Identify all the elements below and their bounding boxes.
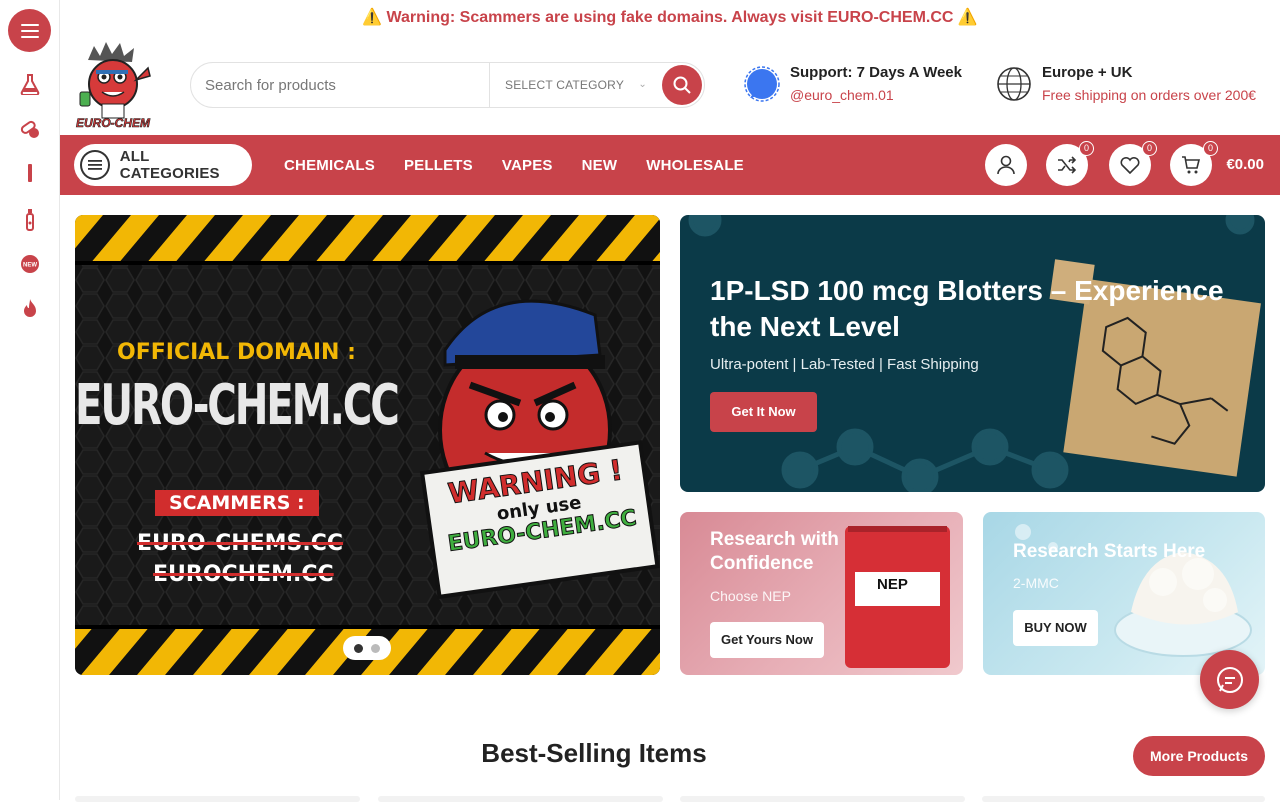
hero-domain: EURO-CHEM.CC [75,373,400,438]
support-handle: @euro_chem.01 [790,87,894,103]
slider-pagination [343,636,391,660]
hero-official-label: OFFICIAL DOMAIN : [117,340,356,365]
more-products-button[interactable]: More Products [1133,736,1265,776]
scam-warning-bar: ⚠️ Warning: Scammers are using fake doma… [60,0,1280,36]
compare-button[interactable]: 0 [1046,141,1094,186]
banner1-title: 1P-LSD 100 mcg Blotters – Experience the… [710,275,1224,342]
shipping-title: Europe + UK [1042,64,1133,81]
live-chat-button[interactable] [1200,650,1259,709]
buy-now-button[interactable]: BUY NOW [1013,610,1098,646]
vape-icon[interactable] [18,208,42,232]
shuffle-icon [1058,156,1077,174]
cart-count-badge: 0 [1203,141,1218,156]
support-info[interactable]: Support: 7 Days A Week @euro_chem.01 [744,62,974,108]
banner2-subtitle: Choose NEP [710,588,791,604]
compare-count-badge: 0 [1079,141,1094,156]
molecule-background [688,215,1261,492]
nav-link-chemicals[interactable]: CHEMICALS [284,157,375,174]
all-categories-button[interactable]: ALL CATEGORIES [74,144,252,186]
cart-total[interactable]: €0.00 [1226,135,1264,195]
slider-dot-active[interactable] [354,643,363,653]
cart-icon [1182,156,1201,174]
hero-fake-domain-1: EURO-CHEMS.CC [137,531,344,556]
search-button[interactable] [662,65,702,105]
banner2-title: Research with Confidence [710,529,839,574]
site-logo[interactable]: EURO-CHEM [74,40,152,132]
promo-banner-nep[interactable]: NEP Research with Confidence Choose NEP … [680,512,963,675]
search-input[interactable] [205,63,485,107]
product-card[interactable] [75,796,360,802]
shipping-info: Europe + UK Free shipping on orders over… [996,62,1280,108]
nav-actions: 0 0 0 €0.00 [974,135,1264,195]
site-header: EURO-CHEM SELECT CATEGORY ⌄ Support: 7 D… [60,36,1280,135]
nav-link-new[interactable]: NEW [582,157,618,174]
fire-icon[interactable] [18,297,42,321]
get-yours-now-button[interactable]: Get Yours Now [710,622,824,658]
hamburger-icon [20,23,39,38]
svg-text:NEW: NEW [23,263,37,269]
shipping-note: Free shipping on orders over 200€ [1042,87,1257,103]
nav-link-wholesale[interactable]: WHOLESALE [646,157,744,174]
category-select-label: SELECT CATEGORY [505,78,625,92]
slider-dot[interactable] [371,643,380,653]
left-sidebar: NEW [0,0,60,800]
hero-fake-domain-2: EUROCHEM.CC [153,562,334,587]
search-bar: SELECT CATEGORY ⌄ [190,62,705,108]
chevron-down-icon: ⌄ [638,79,647,90]
get-it-now-button[interactable]: Get It Now [710,392,817,432]
promo-banner-lsd[interactable]: 1P-LSD 100 mcg Blotters – Experience the… [680,215,1265,492]
banner1-subtitle: Ultra-potent | Lab-Tested | Fast Shippin… [710,356,979,373]
signal-chat-icon [744,66,780,102]
cart-button[interactable]: 0 [1170,141,1218,186]
nav-link-vapes[interactable]: VAPES [502,157,553,174]
product-card[interactable] [680,796,965,802]
user-icon [997,155,1015,175]
heart-icon [1120,156,1140,174]
nav-link-pellets[interactable]: PELLETS [404,157,473,174]
new-badge-icon[interactable]: NEW [18,252,42,276]
banner3-title: Research Starts Here [1013,541,1206,562]
bag-label: NEP [877,576,908,593]
hero-warning-graphic [75,215,660,675]
search-icon [673,76,691,94]
wishlist-count-badge: 0 [1142,141,1157,156]
scam-warning-text: ⚠️ Warning: Scammers are using fake doma… [362,9,978,26]
banner3-subtitle: 2-MMC [1013,575,1059,591]
wishlist-button[interactable]: 0 [1109,141,1157,186]
pills-icon[interactable] [18,117,42,141]
best-selling-title: Best-Selling Items [481,738,707,768]
product-card[interactable] [378,796,663,802]
main-nav: ALL CATEGORIES CHEMICALS PELLETS VAPES N… [60,135,1280,195]
product-card[interactable] [982,796,1265,802]
globe-icon [997,67,1031,101]
flask-icon[interactable] [18,72,42,96]
support-title: Support: 7 Days A Week [790,64,962,81]
all-categories-label: ALL CATEGORIES [119,148,220,182]
hamburger-icon [80,150,110,180]
category-select[interactable]: SELECT CATEGORY ⌄ [489,63,661,107]
pellet-icon[interactable] [18,161,42,185]
menu-toggle-button[interactable] [8,9,51,52]
hero-slider[interactable]: OFFICIAL DOMAIN : EURO-CHEM.CC SCAMMERS … [75,215,660,675]
account-button[interactable] [985,144,1027,186]
logo-text: EURO-CHEM [76,116,151,131]
hero-scammers-label: SCAMMERS : [155,490,319,516]
chat-bubble-icon [1216,666,1243,693]
nav-links: CHEMICALS PELLETS VAPES NEW WHOLESALE [284,135,773,195]
